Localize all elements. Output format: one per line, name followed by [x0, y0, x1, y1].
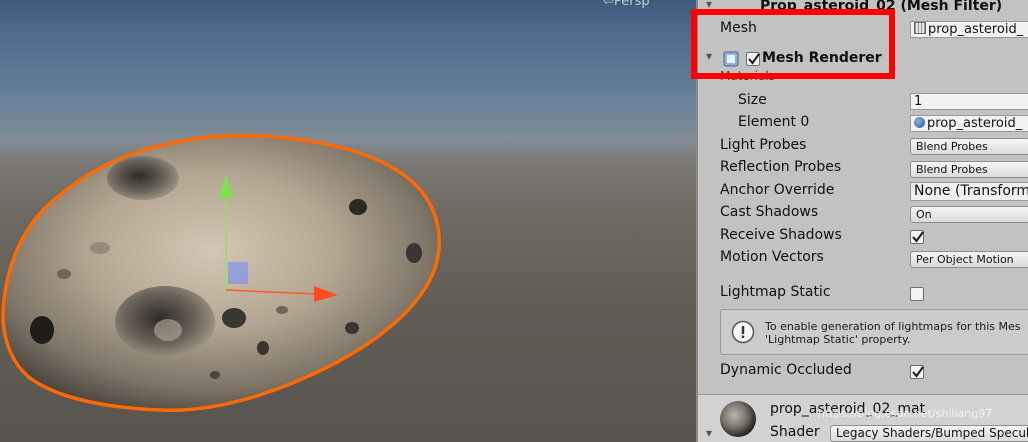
- crater: [90, 242, 110, 254]
- element0-object-field[interactable]: prop_asteroid_: [910, 115, 1028, 132]
- reflection-probes-dropdown[interactable]: Blend Probes: [910, 161, 1028, 178]
- material-section: ▾ prop_asteroid_02_mat Shader Legacy Sha…: [698, 394, 1028, 442]
- mesh-icon: [914, 22, 926, 34]
- help-text-line2: 'Lightmap Static' property.: [765, 333, 911, 346]
- element0-value: prop_asteroid_: [927, 116, 1023, 131]
- dynamic-occluded-checkbox[interactable]: [910, 365, 924, 379]
- reflection-probes-row: Reflection Probes Blend Probes: [698, 157, 1028, 179]
- gizmo-plane-handle[interactable]: [228, 262, 248, 284]
- crater: [276, 306, 288, 314]
- help-text: To enable generation of lightmaps for th…: [765, 320, 1021, 346]
- unity-editor-window: ⇦Persp ▾ Prop_asteroid_02 (Mesh Filter) …: [0, 0, 1028, 442]
- lightmap-static-checkbox[interactable]: [910, 287, 924, 301]
- mesh-value: prop_asteroid_: [928, 22, 1024, 37]
- anchor-override-object-field[interactable]: None (Transform: [910, 182, 1028, 201]
- asteroid-mesh[interactable]: [1, 133, 441, 413]
- element0-label: Element 0: [738, 114, 810, 130]
- crater: [210, 371, 220, 379]
- receive-shadows-label: Receive Shadows: [720, 227, 842, 243]
- foldout-arrow-icon[interactable]: ▾: [706, 426, 712, 440]
- crater: [349, 199, 367, 215]
- element0-row: Element 0 prop_asteroid_: [698, 112, 1028, 134]
- lightmap-static-row: Lightmap Static: [698, 282, 1028, 304]
- dynamic-occluded-row: Dynamic Occluded: [698, 360, 1028, 382]
- size-row: Size 1: [698, 90, 1028, 112]
- cast-shadows-row: Cast Shadows On: [698, 202, 1028, 224]
- motion-vectors-label: Motion Vectors: [720, 249, 824, 265]
- material-icon: [914, 117, 925, 128]
- lightmap-help-box: To enable generation of lightmaps for th…: [720, 309, 1028, 355]
- light-probes-row: Light Probes Blend Probes: [698, 135, 1028, 157]
- size-input[interactable]: 1: [910, 93, 1028, 110]
- scene-canvas: [1, 133, 441, 413]
- cast-shadows-label: Cast Shadows: [720, 204, 819, 220]
- size-label: Size: [738, 92, 767, 108]
- motion-vectors-dropdown[interactable]: Per Object Motion: [910, 251, 1028, 268]
- crater: [107, 156, 179, 200]
- motion-vectors-row: Motion Vectors Per Object Motion: [698, 247, 1028, 269]
- cast-shadows-dropdown[interactable]: On: [910, 206, 1028, 223]
- crater: [57, 269, 71, 279]
- lightmap-static-label: Lightmap Static: [720, 284, 831, 300]
- red-highlight-box: [691, 9, 895, 79]
- receive-shadows-row: Receive Shadows: [698, 225, 1028, 247]
- checkmark-icon: [912, 366, 924, 378]
- shader-label: Shader: [770, 424, 820, 440]
- watermark: https://blog.csdn.net/shiliang97: [818, 407, 993, 420]
- light-probes-label: Light Probes: [720, 137, 807, 153]
- dynamic-occluded-label: Dynamic Occluded: [720, 362, 852, 378]
- crater: [406, 243, 422, 263]
- material-preview-thumbnail[interactable]: [720, 401, 756, 437]
- info-icon: [731, 320, 755, 344]
- receive-shadows-checkbox[interactable]: [910, 230, 924, 244]
- shader-dropdown[interactable]: Legacy Shaders/Bumped Specula: [830, 425, 1028, 442]
- crater: [154, 319, 182, 341]
- scene-view[interactable]: ⇦Persp: [0, 0, 696, 442]
- crater: [257, 341, 269, 355]
- crater: [30, 316, 54, 344]
- anchor-override-row: Anchor Override None (Transform: [698, 180, 1028, 202]
- crater: [222, 308, 246, 328]
- light-probes-dropdown[interactable]: Blend Probes: [910, 138, 1028, 155]
- anchor-override-label: Anchor Override: [720, 182, 835, 198]
- crater: [345, 322, 359, 334]
- scene-view-persp-label[interactable]: ⇦Persp: [603, 0, 650, 9]
- mesh-object-field[interactable]: prop_asteroid_: [910, 21, 1028, 38]
- checkmark-icon: [912, 231, 924, 243]
- help-text-line1: To enable generation of lightmaps for th…: [765, 320, 1021, 333]
- reflection-probes-label: Reflection Probes: [720, 159, 842, 175]
